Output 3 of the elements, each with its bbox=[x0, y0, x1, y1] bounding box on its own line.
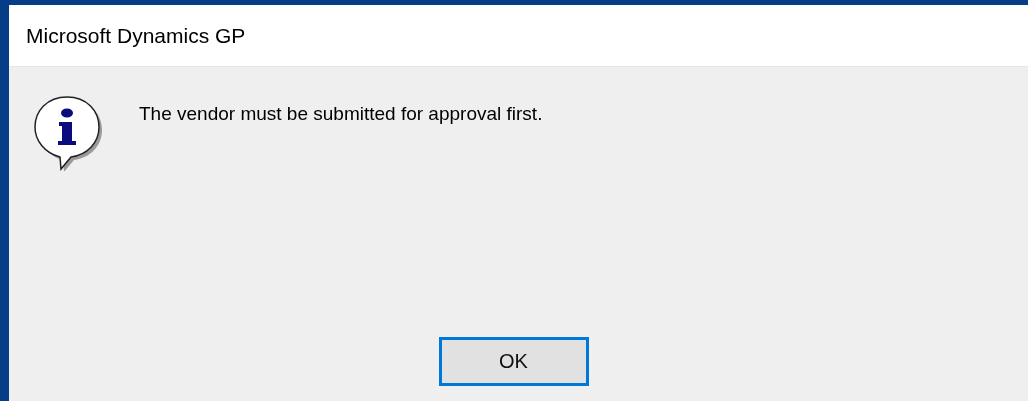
window-title: Microsoft Dynamics GP bbox=[26, 23, 246, 48]
ok-button[interactable]: OK bbox=[438, 337, 589, 386]
message-text: The vendor must be submitted for approval first. bbox=[139, 103, 543, 125]
